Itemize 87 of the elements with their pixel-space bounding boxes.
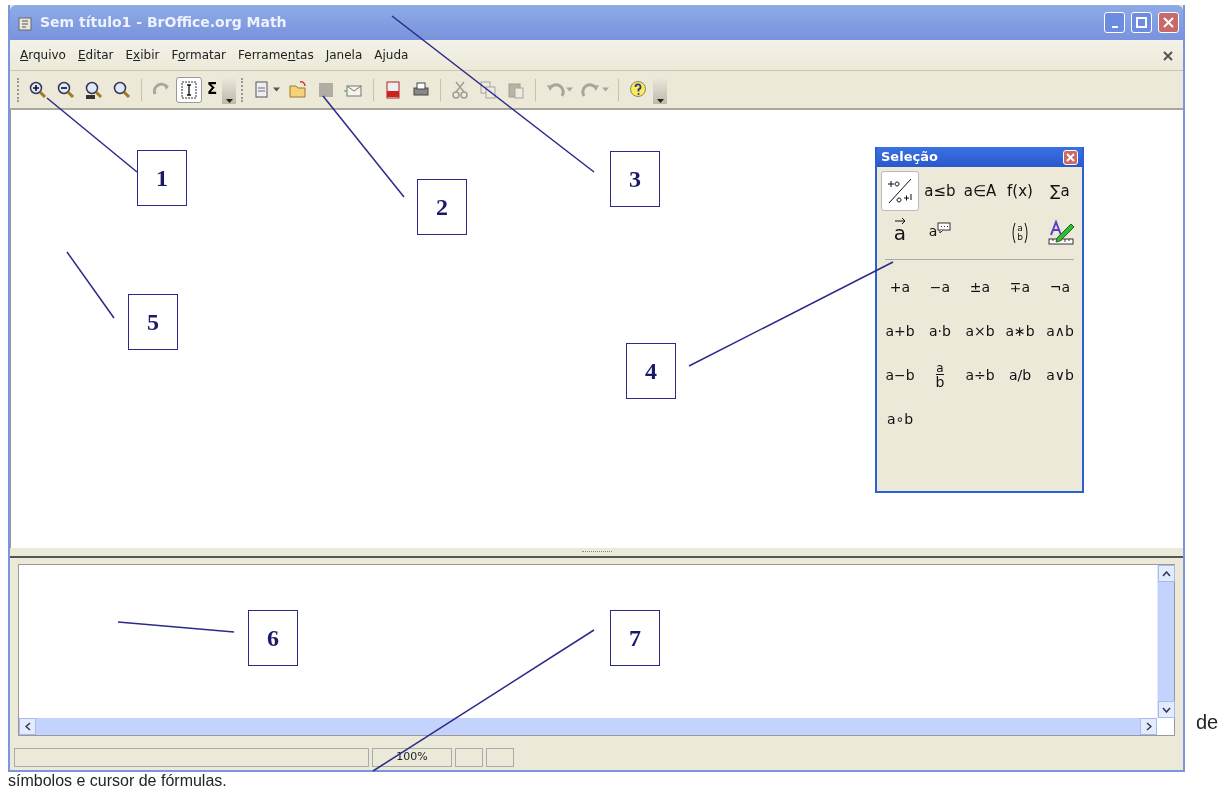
chevron-left-icon: [24, 722, 31, 731]
category-button[interactable]: a∈A: [961, 171, 999, 211]
attributes-category-button[interactable]: a: [881, 213, 919, 253]
caret-icon: [225, 97, 233, 104]
vector-arrow-icon: [894, 218, 907, 224]
symbol-button[interactable]: a∧b: [1041, 310, 1079, 352]
category-button[interactable]: a≤b: [921, 171, 959, 211]
unary-binary-category-button[interactable]: [881, 171, 919, 211]
symbol-button[interactable]: a+b: [881, 310, 919, 352]
folder-icon: [288, 79, 309, 100]
zoom-in-icon: [28, 79, 48, 100]
symbol-button[interactable]: a∗b: [1001, 310, 1039, 352]
symbol-button[interactable]: a−b: [881, 354, 919, 396]
symbol-button[interactable]: a∨b: [1041, 354, 1079, 396]
scroll-right-button[interactable]: [1140, 718, 1157, 735]
callout-number: 1: [137, 150, 187, 206]
menu-item[interactable]: Ferramentas: [232, 44, 320, 66]
callout-number: 5: [128, 294, 178, 350]
symbol-button[interactable]: ∓a: [1001, 266, 1039, 308]
menu-item[interactable]: Ajuda: [368, 44, 415, 66]
symbol-button[interactable]: +a: [881, 266, 919, 308]
copy-icon: [478, 79, 499, 100]
scroll-up-button[interactable]: [1158, 565, 1175, 582]
text-cursor-icon: [179, 79, 199, 100]
magnifier-icon: [112, 79, 132, 100]
zoom-out-icon: [56, 79, 76, 100]
maximize-button[interactable]: [1131, 12, 1152, 33]
left-paren-icon: [1011, 222, 1017, 244]
close-button[interactable]: [1158, 12, 1179, 33]
symbol-button[interactable]: ±a: [961, 266, 999, 308]
symbol-button[interactable]: ¬a: [1041, 266, 1079, 308]
chevron-up-icon: [1162, 570, 1171, 577]
zoom-level: 100%: [372, 747, 452, 767]
close-icon: [1066, 152, 1075, 162]
callout-number: 6: [248, 610, 298, 666]
chevron-down-icon: [1162, 706, 1171, 713]
close-button[interactable]: [1063, 149, 1078, 165]
toolbar-overflow-button[interactable]: [653, 75, 668, 104]
menu-item[interactable]: Exibir: [119, 44, 166, 66]
scroll-down-button[interactable]: [1158, 701, 1175, 718]
caption-text: de: [1196, 710, 1219, 735]
help-icon: [628, 79, 649, 100]
menu-item[interactable]: Janela: [319, 44, 369, 66]
callout-number: 7: [610, 610, 660, 666]
symbol-button[interactable]: a∘b: [881, 398, 919, 440]
close-icon: [1163, 50, 1173, 61]
brackets-category-button[interactable]: a b: [1001, 213, 1039, 253]
toolbar-overflow-button[interactable]: [222, 75, 237, 104]
speech-bubble-icon: [937, 222, 952, 234]
leader-line: [66, 251, 115, 319]
unary-binary-icon: [885, 176, 915, 206]
category-button[interactable]: ∑a: [1041, 171, 1079, 211]
pencil-ruler-icon: [1045, 219, 1075, 247]
splitter-grip[interactable]: [581, 550, 612, 554]
symbol-button[interactable]: a×b: [961, 310, 999, 352]
menu-item[interactable]: Formatar: [165, 44, 232, 66]
symbol-button[interactable]: a/b: [1001, 354, 1039, 396]
menu-item[interactable]: Editar: [71, 44, 120, 66]
others-category-button[interactable]: a: [921, 213, 959, 253]
scissors-icon: [450, 79, 471, 100]
status-field: [455, 747, 483, 767]
minimize-button[interactable]: [1104, 12, 1125, 33]
callout-number: 4: [626, 343, 676, 399]
maximize-icon: [1136, 17, 1147, 28]
vertical-scrollbar[interactable]: [1157, 565, 1174, 718]
panel-title: Seleção: [881, 148, 938, 167]
symbol-button[interactable]: −a: [921, 266, 959, 308]
horizontal-scrollbar[interactable]: [19, 718, 1157, 735]
text-cursor-button[interactable]: [176, 76, 202, 103]
symbol-button[interactable]: a⋅b: [921, 310, 959, 352]
chevron-right-icon: [1145, 722, 1152, 731]
zoom-100-percent-icon: [84, 79, 104, 100]
right-paren-icon: [1023, 222, 1029, 244]
caret-icon: [656, 97, 664, 104]
symbol-button[interactable]: a b: [921, 354, 959, 396]
minimize-icon: [1111, 25, 1118, 28]
caption-text: símbolos e cursor de fórmulas.: [8, 772, 228, 790]
window-title: Sem título1 - BrOffice.org Math: [40, 13, 288, 32]
menu-item[interactable]: Arquivo: [14, 44, 72, 66]
callout-number: 3: [610, 151, 660, 207]
category-button[interactable]: f(x): [1001, 171, 1039, 211]
status-field: [486, 747, 514, 767]
symbol-button[interactable]: a÷b: [961, 354, 999, 396]
symbols-button[interactable]: Σ: [204, 79, 221, 100]
callout-number: 2: [417, 179, 467, 235]
scroll-left-button[interactable]: [19, 718, 36, 735]
close-icon: [1163, 17, 1174, 28]
